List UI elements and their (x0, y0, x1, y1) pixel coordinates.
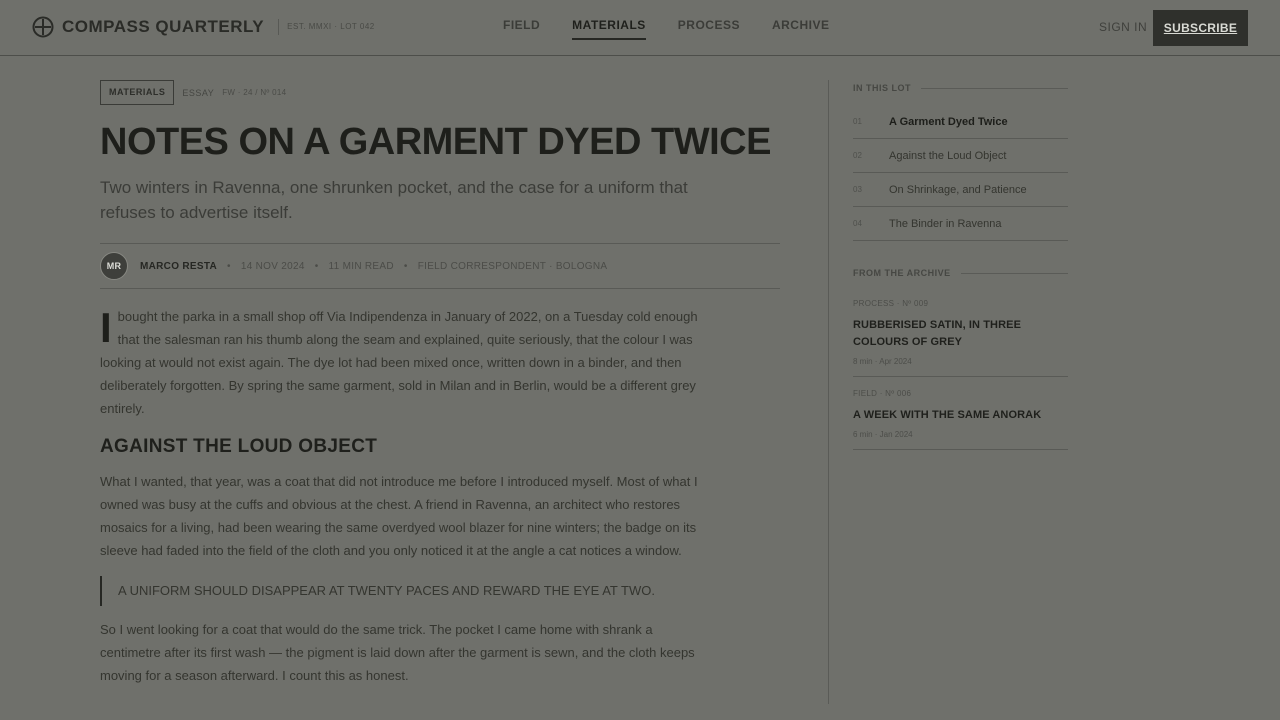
primary-nav: FIELD MATERIALS PROCESS ARCHIVE (503, 18, 861, 40)
in-this-lot-heading: IN THIS LOT (853, 80, 1068, 96)
byline-separator: • (403, 260, 408, 272)
archive-meta: 6 min · Jan 2024 (853, 430, 913, 439)
archive-meta: 8 min · Apr 2024 (853, 357, 912, 366)
issue-label: FW · 24 / Nº 014 (222, 88, 287, 97)
archive-title-link[interactable]: RUBBERISED SATIN, IN THREE COLOURS OF GR… (853, 317, 1068, 351)
author-name[interactable]: MARCO RESTA (140, 261, 217, 272)
archive-title: FROM THE ARCHIVE (853, 268, 951, 278)
byline: MR MARCO RESTA • 14 NOV 2024 • 11 MIN RE… (100, 243, 780, 289)
toc-item-against-the-loud-object[interactable]: 02 Against the Loud Object (853, 139, 1068, 173)
archive-title-link[interactable]: A WEEK WITH THE SAME ANORAK (853, 407, 1068, 424)
archive-kicker: FIELD · Nº 006 (853, 389, 912, 398)
toc-number: 04 (853, 219, 862, 228)
author-role: FIELD CORRESPONDENT · BOLOGNA (417, 260, 608, 272)
heading-rule (921, 87, 1068, 89)
format-tag[interactable]: ESSAY (182, 88, 214, 98)
body-paragraph: Ibought the parka in a small shop off Vi… (100, 305, 700, 420)
toc-number: 03 (853, 185, 862, 194)
toc-title: On Shrinkage, and Patience (889, 183, 1027, 196)
toc-number: 01 (853, 117, 862, 126)
toc-item-on-shrinkage[interactable]: 03 On Shrinkage, and Patience (853, 173, 1068, 207)
toc-title: Against the Loud Object (889, 149, 1007, 162)
nav-item-archive[interactable]: ARCHIVE (772, 18, 830, 40)
table-of-contents: 01 A Garment Dyed Twice 02 Against the L… (853, 105, 1068, 241)
byline-separator: • (314, 260, 319, 272)
subscribe-button[interactable]: SUBSCRIBE (1153, 10, 1248, 46)
pull-quote: A UNIFORM SHOULD DISAPPEAR AT TWENTY PAC… (100, 576, 700, 606)
author-avatar[interactable]: MR (100, 252, 128, 280)
toc-item-binder-in-ravenna[interactable]: 04 The Binder in Ravenna (853, 207, 1068, 241)
brand-meta: EST. MMXI · LOT 042 (278, 19, 375, 35)
nav-item-field[interactable]: FIELD (503, 18, 540, 40)
sidebar: IN THIS LOT 01 A Garment Dyed Twice 02 A… (853, 80, 1068, 450)
drop-cap: I (100, 304, 112, 351)
byline-separator: • (227, 260, 231, 272)
nav-item-materials[interactable]: MATERIALS (572, 18, 646, 40)
article-tags: MATERIALS ESSAY FW · 24 / Nº 014 (100, 80, 780, 105)
body-paragraph: What I wanted, that year, was a coat tha… (100, 474, 698, 558)
body-paragraph: So I went looking for a coat that would … (100, 622, 695, 683)
brand-name: COMPASS QUARTERLY (62, 17, 265, 36)
in-this-lot-title: IN THIS LOT (853, 83, 911, 93)
publish-date: 14 NOV 2024 (240, 260, 305, 272)
article: MATERIALS ESSAY FW · 24 / Nº 014 NOTES O… (100, 80, 780, 687)
toc-title: A Garment Dyed Twice (889, 115, 1008, 128)
brand-logo-link[interactable]: COMPASS QUARTERLY EST. MMXI · LOT 042 (32, 16, 375, 38)
toc-item-garment-dyed-twice[interactable]: 01 A Garment Dyed Twice (853, 105, 1068, 139)
archive-card-same-anorak[interactable]: FIELD · Nº 006 A WEEK WITH THE SAME ANOR… (853, 388, 1068, 450)
toc-number: 02 (853, 151, 862, 160)
paragraph-text: bought the parka in a small shop off Via… (100, 309, 698, 416)
compass-crosshair-icon (32, 16, 54, 38)
archive-card-rubberised-satin[interactable]: PROCESS · Nº 009 RUBBERISED SATIN, IN TH… (853, 298, 1068, 377)
article-headline: NOTES ON A GARMENT DYED TWICE (100, 121, 771, 163)
sign-in-link[interactable]: SIGN IN (1099, 20, 1147, 34)
top-navigation-bar: COMPASS QUARTERLY EST. MMXI · LOT 042 FI… (0, 0, 1280, 56)
section-heading: AGAINST THE LOUD OBJECT (100, 436, 378, 457)
archive-heading: FROM THE ARCHIVE (853, 265, 1068, 281)
archive-kicker: PROCESS · Nº 009 (853, 299, 929, 308)
heading-rule (960, 272, 1068, 274)
article-standfirst: Two winters in Ravenna, one shrunken poc… (100, 178, 688, 222)
article-body: Ibought the parka in a small shop off Vi… (100, 305, 700, 687)
toc-title: The Binder in Ravenna (889, 217, 1002, 230)
category-tag[interactable]: MATERIALS (100, 80, 175, 105)
column-divider (828, 80, 829, 704)
nav-item-process[interactable]: PROCESS (678, 18, 740, 40)
read-time: 11 MIN READ (328, 260, 394, 272)
